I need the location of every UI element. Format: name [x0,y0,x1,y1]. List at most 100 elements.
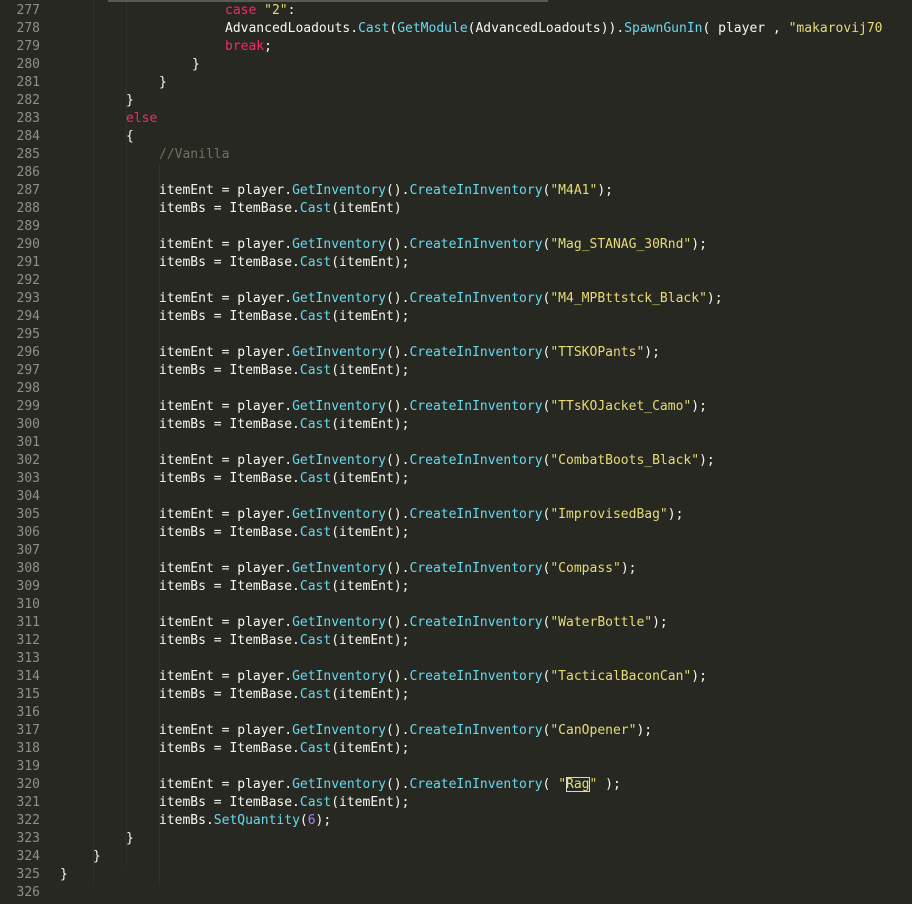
code-text[interactable]: itemEnt = player.GetInventory().CreateIn… [159,722,652,740]
code-line[interactable]: 298 [0,380,912,398]
code-text[interactable]: itemEnt = player.GetInventory().CreateIn… [159,236,707,254]
code-text[interactable]: itemBs = ItemBase.Cast(itemEnt); [159,254,409,272]
code-line[interactable]: 288 itemBs = ItemBase.Cast(itemEnt) [0,200,912,218]
code-text[interactable]: itemBs = ItemBase.Cast(itemEnt); [159,308,409,326]
code-line[interactable]: 289 [0,218,912,236]
code-text[interactable]: itemBs = ItemBase.Cast(itemEnt); [159,578,409,596]
code-line[interactable]: 299 itemEnt = player.GetInventory().Creat… [0,398,912,416]
code-token: GetModule [397,21,468,36]
code-token: ); [620,561,637,576]
code-text[interactable]: } [60,866,68,884]
code-line[interactable]: 287 itemEnt = player.GetInventory().Creat… [0,182,912,200]
code-line[interactable]: 304 [0,488,912,506]
code-line[interactable]: 318 itemBs = ItemBase.Cast(itemEnt); [0,740,912,758]
code-line[interactable]: 285 //Vanilla [0,146,912,164]
code-text[interactable]: itemBs.SetQuantity(6); [159,812,331,830]
code-text[interactable]: itemBs = ItemBase.Cast(itemEnt); [159,794,409,812]
code-text[interactable]: itemBs = ItemBase.Cast(itemEnt); [159,740,409,758]
code-line[interactable]: 303 itemBs = ItemBase.Cast(itemEnt); [0,470,912,488]
code-line[interactable]: 305 itemEnt = player.GetInventory().Creat… [0,506,912,524]
code-line[interactable]: 316 [0,704,912,722]
code-line[interactable]: 313 [0,650,912,668]
code-line[interactable]: 307 [0,542,912,560]
code-line[interactable]: 296 itemEnt = player.GetInventory().Creat… [0,344,912,362]
code-text[interactable]: } [126,92,134,110]
code-text[interactable]: itemEnt = player.GetInventory().CreateIn… [159,398,707,416]
code-text[interactable]: itemEnt = player.GetInventory().CreateIn… [159,290,723,308]
code-line[interactable]: 292 [0,272,912,290]
code-text[interactable]: { [126,128,134,146]
code-line[interactable]: 302 itemEnt = player.GetInventory().Creat… [0,452,912,470]
code-line[interactable]: 317 itemEnt = player.GetInventory().Creat… [0,722,912,740]
code-text[interactable]: itemEnt = player.GetInventory().CreateIn… [159,668,707,686]
code-line[interactable]: 300 itemBs = ItemBase.Cast(itemEnt); [0,416,912,434]
code-line[interactable]: 312 itemBs = ItemBase.Cast(itemEnt); [0,632,912,650]
code-text[interactable]: itemBs = ItemBase.Cast(itemEnt); [159,416,409,434]
code-text[interactable]: } [126,830,134,848]
code-line[interactable]: 279 break; [0,38,912,56]
code-line[interactable]: 277 case "2": [0,2,912,20]
code-token: ( [542,777,559,792]
code-line[interactable]: 324} [0,848,912,866]
code-lines[interactable]: 277 case "2": 278 AdvancedLoadouts.Cast(Get… [0,2,912,902]
code-text[interactable]: itemBs = ItemBase.Cast(itemEnt); [159,470,409,488]
code-line[interactable]: 291 itemBs = ItemBase.Cast(itemEnt); [0,254,912,272]
code-line[interactable]: 280} [0,56,912,74]
code-text[interactable]: //Vanilla [159,146,229,164]
code-line[interactable]: 297 itemBs = ItemBase.Cast(itemEnt); [0,362,912,380]
code-text[interactable]: itemEnt = player.GetInventory().CreateIn… [159,452,715,470]
code-token: CreateInInventory [409,615,543,630]
code-line[interactable]: 326 [0,884,912,902]
code-text[interactable]: break; [225,38,272,56]
code-line[interactable]: 311 itemEnt = player.GetInventory().Creat… [0,614,912,632]
code-text[interactable]: itemEnt = player.GetInventory().CreateIn… [159,560,636,578]
code-text[interactable]: itemEnt = player.GetInventory().CreateIn… [159,506,683,524]
code-text[interactable]: itemBs = ItemBase.Cast(itemEnt); [159,686,409,704]
code-line[interactable]: 308 itemEnt = player.GetInventory().Creat… [0,560,912,578]
code-line[interactable]: 282} [0,92,912,110]
code-token: GetInventory [292,507,386,522]
code-line[interactable]: 286 [0,164,912,182]
code-token: } [60,867,68,882]
code-token: itemBs = ItemBase. [159,417,300,432]
code-line[interactable]: 293 itemEnt = player.GetInventory().Creat… [0,290,912,308]
code-line[interactable]: 295 [0,326,912,344]
code-text[interactable]: itemEnt = player.GetInventory().CreateIn… [159,614,668,632]
code-line[interactable]: 314 itemEnt = player.GetInventory().Creat… [0,668,912,686]
code-text[interactable]: itemBs = ItemBase.Cast(itemEnt); [159,632,409,650]
code-text[interactable]: } [93,848,101,866]
code-text[interactable]: itemEnt = player.GetInventory().CreateIn… [159,776,621,794]
code-text[interactable]: } [159,74,167,92]
code-line[interactable]: 321 itemBs = ItemBase.Cast(itemEnt); [0,794,912,812]
code-line[interactable]: 283 else [0,110,912,128]
code-line[interactable]: 290 itemEnt = player.GetInventory().Creat… [0,236,912,254]
code-line[interactable]: 278 AdvancedLoadouts.Cast(GetModule(Advan… [0,20,912,38]
code-text[interactable]: itemBs = ItemBase.Cast(itemEnt) [159,200,402,218]
code-line[interactable]: 281} [0,74,912,92]
code-line[interactable]: 322 itemBs.SetQuantity(6); [0,812,912,830]
code-line[interactable]: 301 [0,434,912,452]
code-text[interactable]: else [126,110,157,128]
code-text[interactable]: case "2": [225,2,295,20]
code-token: itemBs = ItemBase. [159,255,300,270]
code-line[interactable]: 315 itemBs = ItemBase.Cast(itemEnt); [0,686,912,704]
code-line[interactable]: 284 { [0,128,912,146]
code-line[interactable]: 294 itemBs = ItemBase.Cast(itemEnt); [0,308,912,326]
code-token: itemEnt = player. [159,237,293,252]
code-editor[interactable]: 277 case "2": 278 AdvancedLoadouts.Cast(Get… [0,0,912,904]
code-text[interactable]: AdvancedLoadouts.Cast(GetModule(Advanced… [225,20,883,38]
code-text[interactable]: itemEnt = player.GetInventory().CreateIn… [159,182,613,200]
code-text[interactable]: itemBs = ItemBase.Cast(itemEnt); [159,362,409,380]
code-line[interactable]: 320 itemEnt = player.GetInventory().Creat… [0,776,912,794]
code-line[interactable]: 325} [0,866,912,884]
code-line[interactable]: 310 [0,596,912,614]
code-line[interactable]: 319 [0,758,912,776]
code-text[interactable]: } [192,56,200,74]
code-line[interactable]: 306 itemBs = ItemBase.Cast(itemEnt); [0,524,912,542]
code-line[interactable]: 323} [0,830,912,848]
code-text[interactable]: itemBs = ItemBase.Cast(itemEnt); [159,524,409,542]
code-text[interactable]: itemEnt = player.GetInventory().CreateIn… [159,344,660,362]
code-token: "TTsKOJacket_Camo" [550,399,692,414]
line-number: 304 [16,489,40,504]
code-line[interactable]: 309 itemBs = ItemBase.Cast(itemEnt); [0,578,912,596]
